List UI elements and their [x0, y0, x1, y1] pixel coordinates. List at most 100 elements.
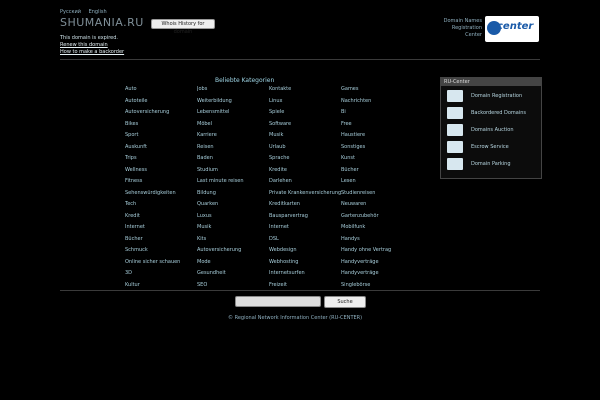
category-link[interactable]: Wellness	[125, 167, 197, 179]
category-link[interactable]: Nachrichten	[341, 98, 413, 110]
category-link[interactable]: Mode	[197, 259, 269, 271]
category-link[interactable]: Auto	[125, 86, 197, 98]
category-link[interactable]: Darlehen	[269, 178, 341, 190]
service-domain-parking[interactable]: Domain Parking	[447, 158, 539, 170]
category-link[interactable]: Neuwaren	[341, 201, 413, 213]
ru-logo-icon	[447, 107, 463, 119]
category-link[interactable]: Handyverträge	[341, 259, 413, 271]
expiry-notice: This domain is expired. Renew this domai…	[60, 35, 124, 56]
category-link[interactable]: Handys	[341, 236, 413, 248]
category-link[interactable]: Gartenzubehör	[341, 213, 413, 225]
category-link[interactable]: Bücher	[341, 167, 413, 179]
category-link[interactable]: Trips	[125, 155, 197, 167]
lang-russian[interactable]: Русский	[60, 9, 81, 15]
category-link[interactable]: Kits	[197, 236, 269, 248]
category-link[interactable]: Games	[341, 86, 413, 98]
category-link[interactable]: Internet	[269, 224, 341, 236]
category-link[interactable]: Linux	[269, 98, 341, 110]
category-link[interactable]: Jobs	[197, 86, 269, 98]
category-link[interactable]: Last minute reisen	[197, 178, 269, 190]
category-link[interactable]: Haustiere	[341, 132, 413, 144]
category-link[interactable]: Kultur	[125, 282, 197, 294]
language-switcher: Русский English	[60, 9, 113, 15]
service-domain-registration[interactable]: Domain Registration	[447, 90, 539, 102]
category-link[interactable]: Gesundheit	[197, 270, 269, 282]
category-grid: Auto Jobs Kontakte Games Autoteile Weiterbild…	[125, 86, 425, 293]
category-link[interactable]: Online sicher schauen	[125, 259, 197, 271]
category-link[interactable]: Möbel	[197, 121, 269, 133]
service-domains-auction[interactable]: Domains Auction	[447, 124, 539, 136]
category-link[interactable]: Kreditkarten	[269, 201, 341, 213]
category-link[interactable]: Quarken	[197, 201, 269, 213]
registrar-text: Domain Names Registration Center	[443, 18, 482, 38]
category-link[interactable]: Webdesign	[269, 247, 341, 259]
services-panel-title: RU-Center	[441, 78, 541, 86]
category-link[interactable]: Bücher	[125, 236, 197, 248]
ru-center-logo[interactable]: center	[485, 16, 539, 42]
whois-history-button[interactable]: Whois History for domain	[151, 19, 215, 35]
category-link[interactable]: Reisen	[197, 144, 269, 156]
category-link[interactable]: Autoversicherung	[197, 247, 269, 259]
category-link[interactable]: Karriere	[197, 132, 269, 144]
category-link[interactable]: Handy ohne Vertrag	[341, 247, 413, 259]
category-link[interactable]: Kredite	[269, 167, 341, 179]
category-link[interactable]: Tech	[125, 201, 197, 213]
category-link[interactable]: Autoversicherung	[125, 109, 197, 121]
category-link[interactable]: Sprache	[269, 155, 341, 167]
category-link[interactable]: Kontakte	[269, 86, 341, 98]
category-link[interactable]: Freizeit	[269, 282, 341, 294]
category-link[interactable]: 3D	[125, 270, 197, 282]
backorder-link[interactable]: How to make a backorder	[60, 49, 124, 56]
category-link[interactable]: Musik	[269, 132, 341, 144]
category-link[interactable]: Bausparvertrag	[269, 213, 341, 225]
category-link[interactable]: Lesen	[341, 178, 413, 190]
category-link[interactable]: Kredit	[125, 213, 197, 225]
divider-top	[60, 59, 540, 60]
category-link[interactable]: Schmuck	[125, 247, 197, 259]
category-link[interactable]: Lebensmittel	[197, 109, 269, 121]
category-link[interactable]: Sehenswürdigkeiten	[125, 190, 197, 202]
category-link[interactable]: SEO	[197, 282, 269, 294]
category-link[interactable]: Sport	[125, 132, 197, 144]
category-link[interactable]: Private Krankenversicherung	[269, 190, 341, 202]
parking-icon	[447, 158, 463, 170]
category-link[interactable]: Bildung	[197, 190, 269, 202]
category-link[interactable]: Internetsurfen	[269, 270, 341, 282]
category-link[interactable]: Bikes	[125, 121, 197, 133]
category-link[interactable]: Bi	[341, 109, 413, 121]
category-link[interactable]: Baden	[197, 155, 269, 167]
logo-text: center	[497, 21, 534, 32]
category-link[interactable]: Auskunft	[125, 144, 197, 156]
category-link[interactable]: Singlebörse	[341, 282, 413, 294]
services-panel: RU-Center Domain Registration Backordere…	[440, 77, 542, 179]
search-input[interactable]	[235, 296, 321, 307]
category-link[interactable]: Fitness	[125, 178, 197, 190]
divider-bottom	[60, 290, 540, 291]
category-link[interactable]: DSL	[269, 236, 341, 248]
footer-copyright: © Regional Network Information Center (R…	[228, 315, 363, 321]
auction-icon	[447, 124, 463, 136]
category-link[interactable]: Autoteile	[125, 98, 197, 110]
category-link[interactable]: Urlaub	[269, 144, 341, 156]
category-link[interactable]: Sonstiges	[341, 144, 413, 156]
category-link[interactable]: Weiterbildung	[197, 98, 269, 110]
category-link[interactable]: Studienreisen	[341, 190, 413, 202]
category-link[interactable]: Luxus	[197, 213, 269, 225]
category-link[interactable]: Software	[269, 121, 341, 133]
search-button[interactable]: Suche	[324, 296, 366, 308]
category-link[interactable]: Webhosting	[269, 259, 341, 271]
category-link[interactable]: Spiele	[269, 109, 341, 121]
renew-link[interactable]: Renew this domain	[60, 42, 124, 49]
lang-english[interactable]: English	[89, 9, 107, 15]
service-escrow[interactable]: Escrow Service	[447, 141, 539, 153]
category-link[interactable]: Internet	[125, 224, 197, 236]
category-link[interactable]: Handyverträge	[341, 270, 413, 282]
category-link[interactable]: Free	[341, 121, 413, 133]
categories-title: Beliebte Kategorien	[215, 77, 275, 84]
site-title: SHUMANIA.RU	[60, 16, 144, 29]
category-link[interactable]: Mobilfunk	[341, 224, 413, 236]
service-backordered-domains[interactable]: Backordered Domains	[447, 107, 539, 119]
category-link[interactable]: Studium	[197, 167, 269, 179]
category-link[interactable]: Kunst	[341, 155, 413, 167]
category-link[interactable]: Musik	[197, 224, 269, 236]
